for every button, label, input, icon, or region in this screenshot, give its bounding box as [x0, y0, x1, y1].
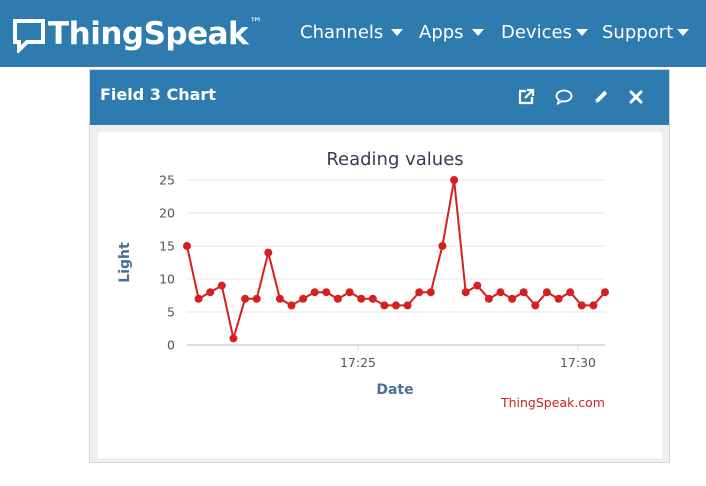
data-point[interactable] — [450, 176, 459, 184]
y-tick-label: 10 — [159, 272, 175, 287]
data-point[interactable] — [310, 288, 319, 297]
caret-down-icon — [575, 29, 588, 36]
chart-title: Reading values — [326, 149, 463, 170]
panel-title: Field 3 Chart — [100, 85, 216, 104]
data-point[interactable] — [217, 281, 226, 290]
data-point[interactable] — [357, 294, 366, 303]
y-tick-label: 20 — [159, 206, 175, 221]
pencil-icon — [595, 90, 608, 103]
chart-grid — [187, 179, 605, 346]
data-point[interactable] — [473, 281, 482, 290]
chart-container: Reading values 0 5 10 15 20 25 17:25 17:30 Lig… — [98, 132, 662, 458]
data-point[interactable] — [322, 288, 331, 297]
logo-text: ThingSpeak — [48, 16, 249, 52]
x-axis-ticks: 17:25 17:30 — [340, 345, 596, 370]
nav-support[interactable]: Support — [602, 22, 690, 43]
popout-button[interactable] — [515, 86, 537, 108]
data-point[interactable] — [264, 248, 273, 257]
data-point[interactable] — [426, 288, 435, 297]
data-point[interactable] — [275, 294, 284, 303]
panel-header: Field 3 Chart — [90, 70, 669, 125]
series-light — [183, 176, 609, 343]
data-point[interactable] — [194, 294, 203, 303]
data-point[interactable] — [287, 301, 296, 310]
data-point[interactable] — [392, 301, 400, 310]
data-point[interactable] — [577, 301, 586, 310]
data-point[interactable] — [403, 301, 412, 310]
data-point[interactable] — [508, 294, 517, 303]
x-tick-label: 17:30 — [560, 355, 596, 370]
field-chart-panel: Field 3 Chart Reading values 0 5 10 15 2… — [89, 69, 670, 463]
caret-down-icon — [677, 29, 690, 36]
caret-down-icon — [391, 29, 404, 36]
data-point[interactable] — [589, 301, 598, 310]
comment-button[interactable] — [553, 86, 575, 108]
data-point[interactable] — [241, 294, 250, 303]
data-point[interactable] — [531, 301, 540, 310]
data-point[interactable] — [415, 288, 424, 297]
data-point[interactable] — [496, 288, 505, 297]
data-point[interactable] — [601, 288, 609, 297]
data-point[interactable] — [380, 301, 389, 310]
nav-support-label: Support — [602, 22, 674, 43]
popout-icon — [518, 88, 535, 105]
nav-channels[interactable]: Channels — [300, 22, 404, 43]
y-axis-ticks: 0 5 10 15 20 25 — [159, 173, 175, 353]
data-point[interactable] — [438, 242, 447, 250]
data-point[interactable] — [345, 288, 354, 297]
top-navbar: ThingSpeak ™ Channels Apps Devices Suppo… — [0, 0, 706, 67]
speech-bubble-logo-icon — [13, 19, 45, 53]
nav-apps[interactable]: Apps — [419, 22, 484, 43]
close-icon — [629, 90, 643, 104]
data-point[interactable] — [542, 288, 551, 297]
logo-trademark: ™ — [249, 15, 263, 31]
chart-credit-link[interactable]: ThingSpeak.com — [500, 395, 605, 410]
data-point[interactable] — [229, 334, 238, 343]
nav-channels-label: Channels — [300, 22, 384, 43]
comment-icon — [555, 89, 573, 105]
data-point[interactable] — [333, 294, 342, 303]
data-point[interactable] — [554, 294, 563, 303]
data-point[interactable] — [299, 294, 308, 303]
data-point[interactable] — [461, 288, 470, 297]
x-axis-title: Date — [376, 382, 413, 398]
line-chart: Reading values 0 5 10 15 20 25 17:25 17:30 Lig… — [117, 149, 609, 410]
data-point[interactable] — [519, 288, 528, 297]
series-line — [186, 179, 606, 339]
data-point[interactable] — [206, 288, 215, 297]
edit-button[interactable] — [590, 86, 612, 108]
nav-devices[interactable]: Devices — [501, 22, 588, 43]
y-axis-title: Light — [117, 242, 133, 283]
y-tick-label: 0 — [167, 338, 175, 353]
x-tick-label: 17:25 — [340, 355, 376, 370]
nav-apps-label: Apps — [419, 22, 464, 43]
y-tick-label: 5 — [167, 305, 175, 320]
y-tick-label: 15 — [159, 239, 175, 254]
nav-devices-label: Devices — [501, 22, 572, 43]
data-point[interactable] — [252, 294, 261, 303]
thingspeak-logo[interactable]: ThingSpeak ™ — [12, 14, 262, 54]
y-tick-label: 25 — [159, 173, 175, 188]
data-point[interactable] — [484, 294, 493, 303]
caret-down-icon — [471, 29, 484, 36]
close-button[interactable] — [625, 86, 647, 108]
data-point[interactable] — [566, 288, 575, 297]
data-point[interactable] — [183, 242, 191, 250]
data-point[interactable] — [368, 294, 377, 303]
